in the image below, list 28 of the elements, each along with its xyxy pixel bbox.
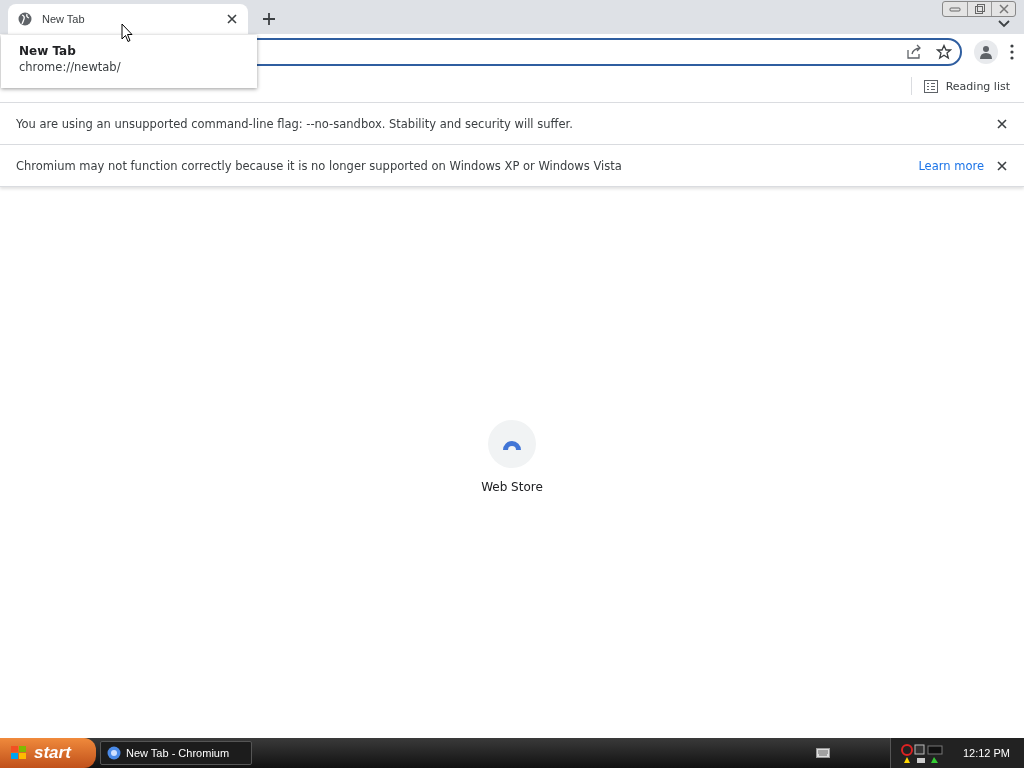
star-icon[interactable]: [936, 44, 952, 60]
browser-tab[interactable]: New Tab: [8, 4, 248, 34]
shortcut-label: Web Store: [481, 480, 543, 494]
learn-more-link[interactable]: Learn more: [918, 158, 984, 173]
tab-search-button[interactable]: [998, 20, 1010, 28]
shortcut-tile[interactable]: [488, 420, 536, 468]
browser-icon: [107, 746, 121, 760]
taskbar-button[interactable]: New Tab - Chromium: [100, 741, 252, 765]
tooltip-url: chrome://newtab/: [19, 60, 122, 74]
new-tab-button[interactable]: [260, 10, 278, 28]
windows-logo-icon: [10, 745, 28, 761]
clock: 12:12 PM: [962, 747, 1010, 759]
menu-icon[interactable]: [1010, 44, 1014, 60]
close-icon[interactable]: [226, 13, 238, 25]
restore-icon: [973, 3, 986, 15]
infobar-message: You are using an unsupported command-line flag: --no-sandbox. Stability and security will suffer.: [16, 116, 574, 131]
infobar-message: Chromium may not function correctly because it is no longer supported on Windows XP or Windows Vista: [16, 158, 623, 173]
web-store-icon: [502, 438, 522, 450]
share-icon[interactable]: [906, 44, 922, 60]
close-icon[interactable]: [996, 159, 1008, 172]
reading-list-button[interactable]: Reading list: [923, 79, 1010, 93]
minimize-icon: [949, 5, 961, 13]
close-icon: [997, 4, 1010, 14]
list-icon: [923, 79, 938, 93]
globe-icon: [18, 12, 32, 26]
profile-avatar[interactable]: [974, 40, 998, 64]
tooltip-title: New Tab: [19, 44, 77, 58]
close-icon[interactable]: [996, 117, 1008, 130]
